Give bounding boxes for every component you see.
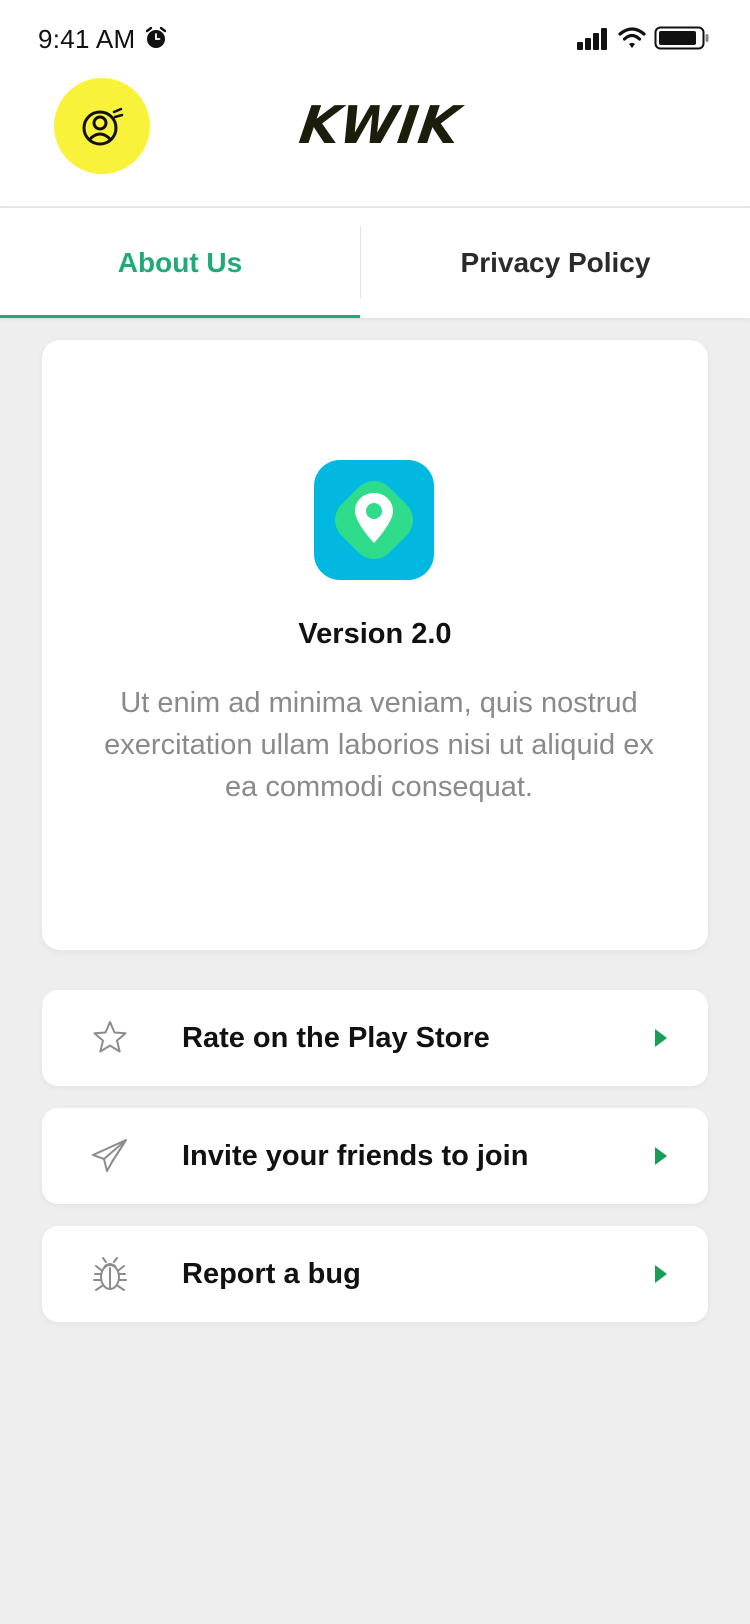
profile-button[interactable] [54, 78, 150, 174]
report-bug-label: Report a bug [182, 1257, 361, 1290]
paper-plane-icon [92, 1139, 127, 1172]
tab-about-us[interactable]: About Us [0, 208, 360, 318]
app-logo: KWIK [295, 96, 465, 156]
chevron-right-icon [655, 1029, 667, 1047]
alarm-icon [145, 26, 167, 48]
wifi-icon [618, 27, 646, 48]
app-icon [314, 460, 434, 580]
chevron-right-icon [655, 1265, 667, 1283]
chevron-right-icon [655, 1147, 667, 1165]
battery-icon [654, 26, 709, 50]
about-description: Ut enim ad minima veniam, quis nostrud e… [104, 687, 654, 803]
invite-label: Invite your friends to join [182, 1139, 529, 1172]
star-icon [93, 1021, 127, 1053]
location-pin-icon [335, 481, 413, 559]
status-time: 9:41 AM [38, 24, 136, 54]
invite-friends-button[interactable]: Invite your friends to join [42, 1108, 708, 1204]
status-bar: 9:41 AM [0, 0, 750, 78]
rate-play-store-button[interactable]: Rate on the Play Store [42, 990, 708, 1086]
about-card: Version 2.0 Ut enim ad minima veniam, qu… [42, 340, 708, 950]
rate-label: Rate on the Play Store [182, 1021, 490, 1054]
tab-privacy-policy[interactable]: Privacy Policy [361, 208, 750, 318]
cellular-signal-icon [577, 28, 607, 50]
report-bug-button[interactable]: Report a bug [42, 1226, 708, 1322]
bug-icon [93, 1257, 127, 1291]
app-header: KWIK [0, 78, 750, 208]
user-profile-icon [82, 107, 124, 146]
active-tab-indicator [0, 315, 360, 318]
version-text: Version 2.0 [298, 618, 452, 650]
tab-bar: About Us Privacy Policy [0, 208, 750, 318]
